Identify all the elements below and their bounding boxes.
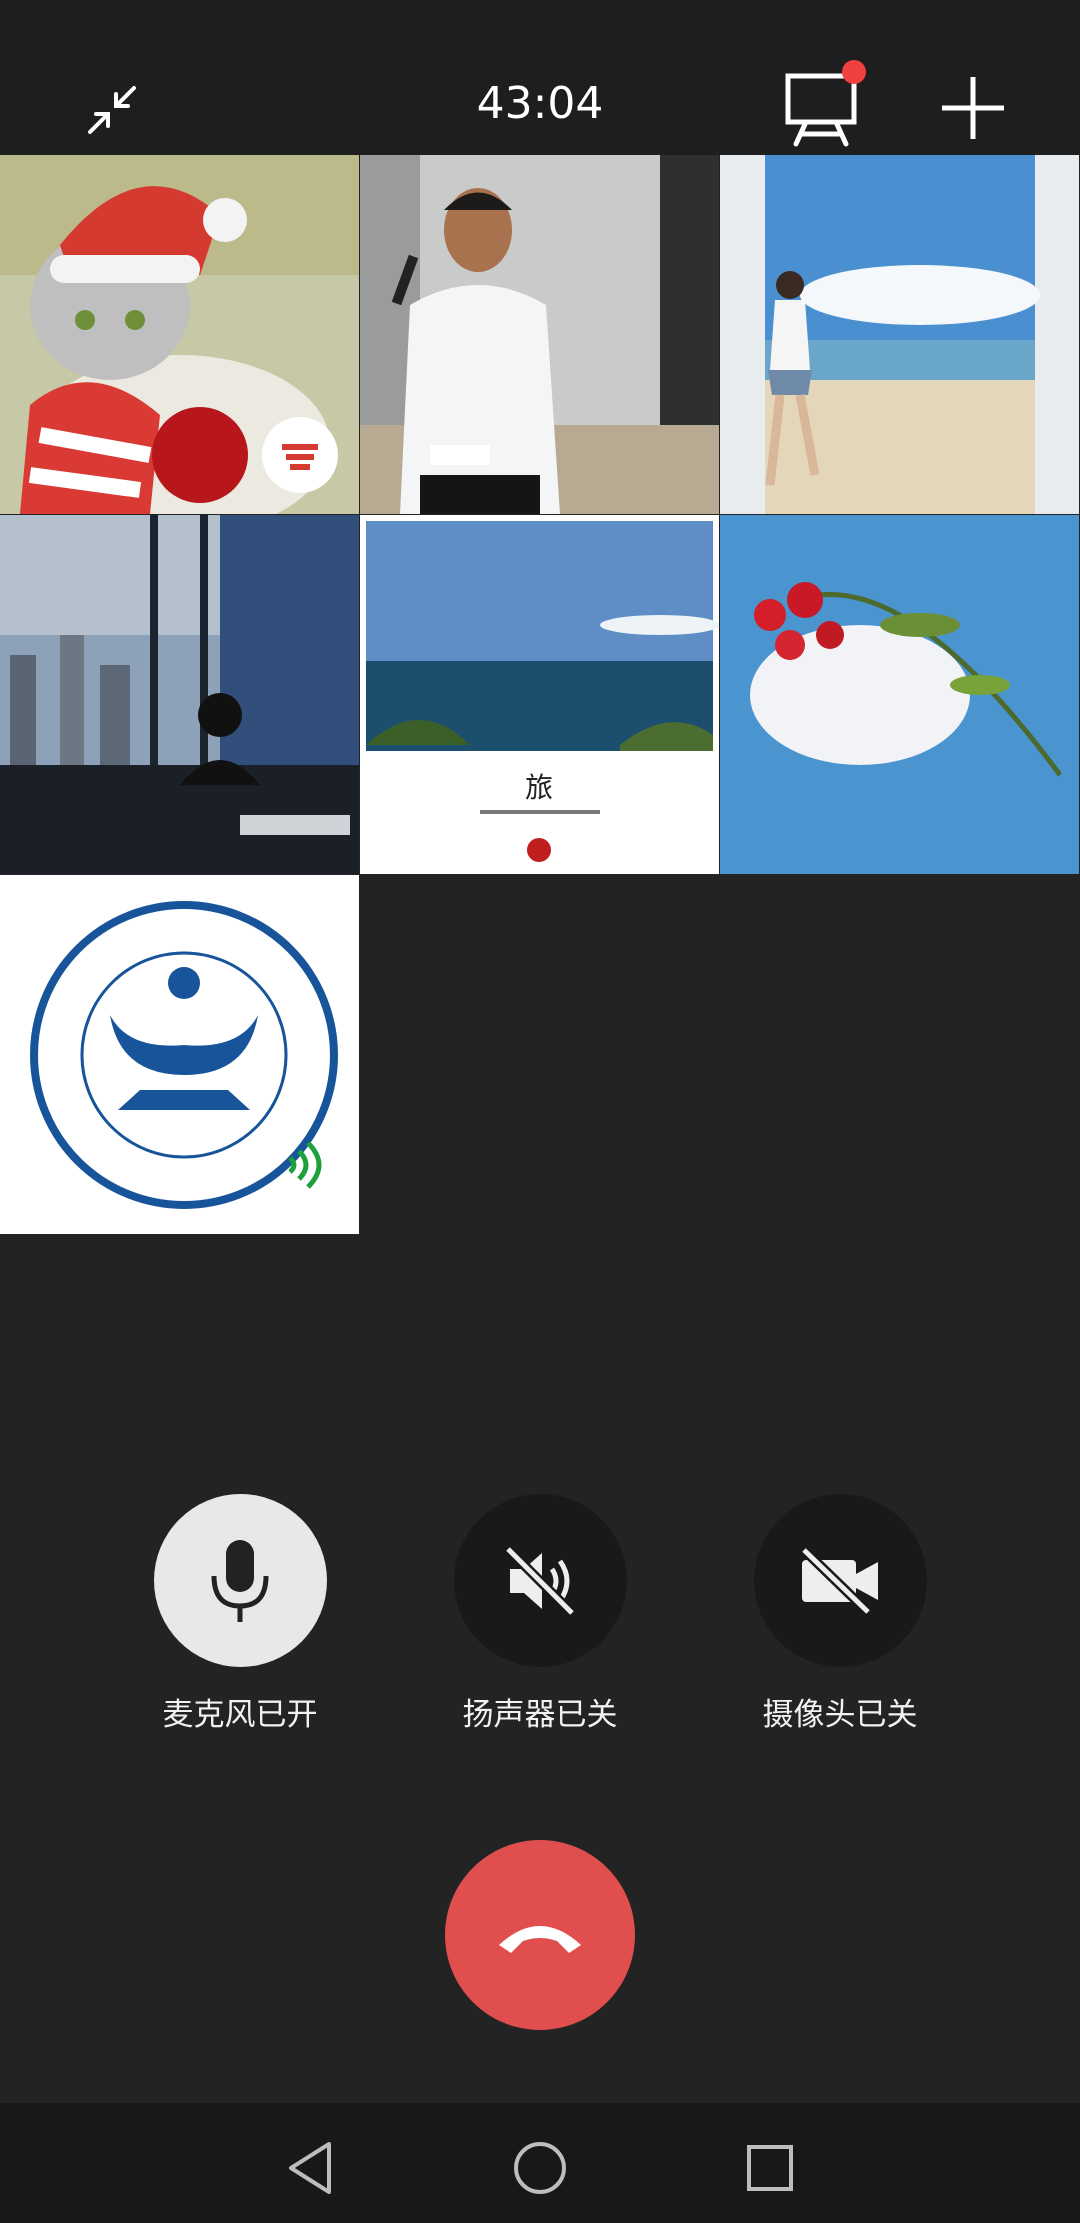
participant-tile-flower[interactable] xyxy=(720,515,1079,874)
participant-tile-beach[interactable] xyxy=(720,155,1079,514)
home-circle-icon xyxy=(514,2142,566,2194)
mic-label: 麦克风已开 xyxy=(162,1697,318,1733)
speaker-off-icon xyxy=(504,1544,576,1617)
travel-title-text: 旅 xyxy=(525,771,553,804)
flower-avatar-image xyxy=(720,515,1079,874)
participant-tile-speaker[interactable] xyxy=(360,155,719,514)
minimize-call-button[interactable] xyxy=(80,78,144,142)
participant-tile-gdhr[interactable]: GDHR xyxy=(0,875,359,1234)
share-screen-button[interactable] xyxy=(780,60,870,150)
speaker-avatar-image xyxy=(360,155,719,514)
screen-share-icon xyxy=(785,60,866,147)
speaker-control[interactable]: 扬声器已关 xyxy=(410,1494,670,1734)
nav-recents-button[interactable] xyxy=(735,2133,805,2203)
beach-avatar-image xyxy=(720,155,1079,514)
gdhr-logo-image: GDHR xyxy=(0,875,359,1234)
notification-dot xyxy=(842,60,866,84)
speaker-label: 扬声器已关 xyxy=(462,1697,618,1733)
plus-icon xyxy=(942,77,1004,139)
cat-avatar-image xyxy=(0,155,359,514)
gdhr-logo-text: GDHR xyxy=(149,1087,218,1113)
mic-control[interactable]: 麦克风已开 xyxy=(110,1494,370,1734)
microphone-icon xyxy=(211,1539,269,1622)
travel-avatar-image: 旅 xyxy=(360,515,719,874)
nav-back-button[interactable] xyxy=(275,2133,345,2203)
system-nav-bar xyxy=(0,2103,1080,2223)
participant-grid: 旅 GDHR xyxy=(0,155,1080,1235)
nav-home-button[interactable] xyxy=(505,2133,575,2203)
camera-label: 摄像头已关 xyxy=(762,1697,918,1733)
add-participant-button[interactable] xyxy=(940,75,1006,141)
call-duration: 43:04 xyxy=(476,78,604,129)
camera-off-icon xyxy=(800,1545,878,1616)
participant-tile-travel[interactable]: 旅 xyxy=(360,515,719,874)
recents-square-icon xyxy=(747,2145,793,2191)
collapse-arrows-icon xyxy=(88,86,136,134)
back-triangle-icon xyxy=(289,2142,331,2194)
hang-up-button[interactable] xyxy=(445,1840,635,2030)
phone-hangup-icon xyxy=(499,1926,581,1953)
call-top-bar: 43:04 xyxy=(0,0,1080,155)
participant-tile-cat[interactable] xyxy=(0,155,359,514)
participant-tile-city[interactable] xyxy=(0,515,359,874)
camera-control[interactable]: 摄像头已关 xyxy=(710,1494,970,1734)
city-avatar-image xyxy=(0,515,359,874)
